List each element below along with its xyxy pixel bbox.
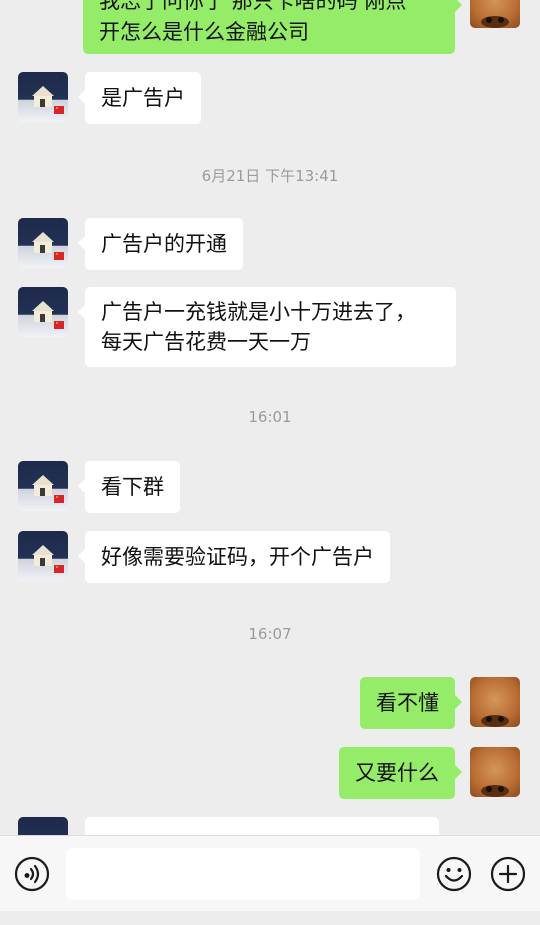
message-bubble-received[interactable]: 广告户一充钱就是小十万进去了， 每天广告花费一天一万 bbox=[78, 287, 456, 367]
contact-avatar[interactable] bbox=[18, 72, 68, 122]
message-input[interactable] bbox=[66, 848, 420, 900]
chat-area: 我忘了问你了 那只卡啥的码 刚点 开怎么是什么金融公司 是广告户 6月21日 下… bbox=[0, 0, 540, 835]
house-avatar-icon bbox=[32, 475, 64, 503]
message-bubble-received[interactable]: 广告户的开通 bbox=[78, 218, 243, 270]
my-avatar[interactable] bbox=[470, 0, 520, 28]
my-avatar[interactable] bbox=[470, 677, 520, 727]
more-button[interactable] bbox=[490, 856, 526, 892]
message-bubble-sent[interactable]: 又要什么 bbox=[339, 747, 462, 799]
message-line: 每天广告花费一天一万 bbox=[101, 330, 311, 354]
voice-button[interactable] bbox=[14, 856, 50, 892]
dog-avatar-icon bbox=[481, 715, 509, 727]
message-bubble-received[interactable]: 好像需要验证码，开个广告户 bbox=[78, 531, 390, 583]
contact-avatar[interactable] bbox=[18, 287, 68, 337]
message-bubble-sent[interactable]: 看不懂 bbox=[360, 677, 462, 729]
dog-avatar-icon bbox=[481, 785, 509, 797]
house-avatar-icon bbox=[32, 545, 64, 573]
message-bubble-received[interactable]: 是广告户 bbox=[78, 72, 201, 124]
timestamp: 16:01 bbox=[248, 408, 292, 426]
emoji-button[interactable] bbox=[436, 856, 472, 892]
emoji-icon bbox=[436, 856, 472, 892]
contact-avatar[interactable] bbox=[18, 218, 68, 268]
house-avatar-icon bbox=[32, 301, 64, 329]
contact-avatar[interactable] bbox=[18, 531, 68, 581]
dog-avatar-icon bbox=[481, 16, 509, 28]
contact-avatar[interactable] bbox=[18, 461, 68, 511]
timestamp: 6月21日 下午13:41 bbox=[201, 167, 339, 185]
house-avatar-icon bbox=[32, 86, 64, 114]
house-avatar-icon bbox=[32, 232, 64, 260]
plus-icon bbox=[490, 856, 526, 892]
contact-avatar[interactable] bbox=[18, 817, 68, 835]
message-bubble-received[interactable] bbox=[85, 817, 439, 835]
voice-icon bbox=[14, 856, 50, 892]
message-bubble-received[interactable]: 看下群 bbox=[78, 461, 180, 513]
bottom-safe-area bbox=[0, 911, 540, 925]
message-line: 广告户一充钱就是小十万进去了， bbox=[101, 300, 416, 324]
my-avatar[interactable] bbox=[470, 747, 520, 797]
timestamp: 16:07 bbox=[248, 625, 292, 643]
input-toolbar bbox=[0, 835, 540, 925]
message-bubble-sent[interactable]: 我忘了问你了 那只卡啥的码 刚点 开怎么是什么金融公司 bbox=[83, 0, 462, 54]
